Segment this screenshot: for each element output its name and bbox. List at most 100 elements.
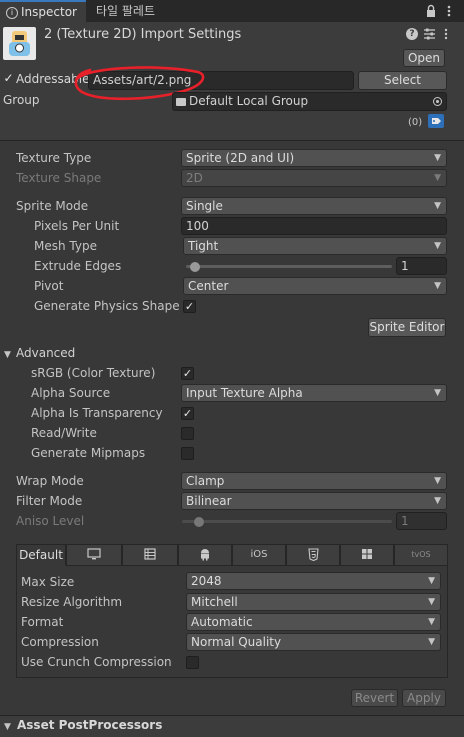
windows-logo-icon [362,549,372,559]
generate-mipmaps-checkbox[interactable] [181,447,194,460]
open-button[interactable]: Open [403,49,445,67]
dropdown-arrow-icon: ▼ [434,388,441,398]
group-label: Group [3,93,40,107]
platform-tab-ios[interactable]: iOS [232,544,286,566]
object-picker-icon[interactable] [433,97,442,106]
advanced-foldout-arrow-icon[interactable]: ▼ [4,350,11,360]
addressable-checkbox[interactable]: ✓ [2,72,15,86]
read-write-checkbox[interactable] [181,427,194,440]
filter-mode-value: Bilinear [186,494,232,508]
extrude-edges-slider-track[interactable] [186,265,392,268]
postprocessors-foldout-arrow-icon[interactable]: ▼ [4,722,11,732]
alpha-is-transparency-label: Alpha Is Transparency [31,406,163,420]
dropdown-arrow-icon: ▼ [428,637,435,647]
platform-tab-standalone[interactable] [66,544,122,566]
platform-tab-default[interactable]: Default [16,544,66,566]
dropdown-arrow-icon: ▼ [434,153,441,163]
advanced-foldout-label[interactable]: Advanced [16,346,75,360]
use-crunch-compression-checkbox[interactable] [186,656,199,669]
android-icon [201,548,209,560]
labels-count: (0) [408,117,423,128]
pivot-value: Center [188,279,229,293]
generate-physics-shape-label: Generate Physics Shape [34,299,180,313]
filter-mode-label: Filter Mode [16,494,83,508]
filter-mode-dropdown[interactable]: Bilinear ▼ [181,492,447,510]
aniso-level-input: 1 [396,512,447,530]
tab-inspector-label: Inspector [21,5,77,19]
standalone-monitor-icon [87,548,101,560]
wrap-mode-dropdown[interactable]: Clamp ▼ [181,472,447,490]
aniso-level-slider-track [182,520,392,523]
sprite-mode-value: Single [186,199,223,213]
lock-icon[interactable] [425,4,437,18]
webgl-grid-icon [144,548,156,560]
texture-preview-thumbnail [3,27,36,60]
platform-tab-html5[interactable] [286,544,340,566]
platform-tab-windows[interactable] [340,544,394,566]
inspector-title: 2 (Texture 2D) Import Settings [44,27,242,42]
apply-button[interactable]: Apply [402,689,446,707]
dropdown-arrow-icon: ▼ [428,576,435,586]
platform-tab-webgl[interactable] [122,544,178,566]
dropdown-arrow-icon: ▼ [434,476,441,486]
dropdown-arrow-icon: ▼ [434,201,441,211]
html5-shield-icon [307,547,319,561]
label-tag-icon[interactable] [428,114,444,128]
more-menu-icon[interactable] [446,3,452,19]
dropdown-arrow-icon: ▼ [434,241,441,251]
compression-value: Normal Quality [191,635,282,649]
pixels-per-unit-input[interactable]: 100 [181,217,447,235]
alpha-source-value: Input Texture Alpha [186,386,303,400]
read-write-label: Read/Write [31,426,97,440]
format-label: Format [21,615,64,629]
aniso-level-label: Aniso Level [16,514,85,528]
max-size-value: 2048 [191,574,222,588]
texture-shape-dropdown: 2D ▼ [181,169,447,187]
sprite-mode-dropdown[interactable]: Single ▼ [181,197,447,215]
tab-tile-palette[interactable]: 타일 팔레트 [88,0,196,22]
format-dropdown[interactable]: Automatic ▼ [186,613,441,631]
group-value: Default Local Group [189,94,309,108]
max-size-label: Max Size [21,575,75,589]
dropdown-arrow-icon: ▼ [434,496,441,506]
resize-algorithm-value: Mitchell [191,595,238,609]
revert-button[interactable]: Revert [351,689,398,707]
tab-tile-palette-label: 타일 팔레트 [96,4,156,18]
header-more-icon[interactable] [443,27,449,41]
asset-postprocessors-label[interactable]: Asset PostProcessors [17,718,162,732]
tab-inspector[interactable]: i Inspector [0,0,86,22]
group-field[interactable]: Default Local Group [172,92,447,111]
alpha-is-transparency-checkbox[interactable]: ✓ [181,407,194,420]
dropdown-arrow-icon: ▼ [428,597,435,607]
mesh-type-label: Mesh Type [34,239,97,253]
select-button[interactable]: Select [358,71,447,90]
pixels-per-unit-label: Pixels Per Unit [34,219,120,233]
dropdown-arrow-icon: ▼ [434,281,441,291]
generate-physics-shape-checkbox[interactable]: ✓ [183,300,196,313]
alpha-source-dropdown[interactable]: Input Texture Alpha ▼ [181,384,447,402]
platform-tab-android[interactable] [178,544,232,566]
mesh-type-value: Tight [188,239,219,253]
texture-type-dropdown[interactable]: Sprite (2D and UI) ▼ [181,149,447,167]
resize-algorithm-dropdown[interactable]: Mitchell ▼ [186,593,441,611]
presets-icon[interactable] [423,27,436,41]
dropdown-arrow-icon: ▼ [428,617,435,627]
format-value: Automatic [191,615,253,629]
extrude-edges-slider-handle[interactable] [190,262,200,272]
wrap-mode-value: Clamp [186,474,225,488]
extrude-edges-input[interactable]: 1 [396,257,447,275]
platform-tab-tvos[interactable]: tvOS [394,544,448,566]
pivot-dropdown[interactable]: Center ▼ [183,277,447,295]
texture-type-value: Sprite (2D and UI) [186,151,295,165]
wrap-mode-label: Wrap Mode [16,474,84,488]
mesh-type-dropdown[interactable]: Tight ▼ [183,237,447,255]
generate-mipmaps-label: Generate Mipmaps [31,446,146,460]
compression-dropdown[interactable]: Normal Quality ▼ [186,633,441,651]
dropdown-arrow-icon: ▼ [434,173,441,183]
texture-shape-value: 2D [186,171,203,185]
texture-shape-label: Texture Shape [16,171,102,185]
sprite-editor-button[interactable]: Sprite Editor [368,318,446,337]
max-size-dropdown[interactable]: 2048 ▼ [186,572,441,590]
srgb-checkbox[interactable]: ✓ [181,367,194,380]
help-icon[interactable]: ? [406,28,418,40]
